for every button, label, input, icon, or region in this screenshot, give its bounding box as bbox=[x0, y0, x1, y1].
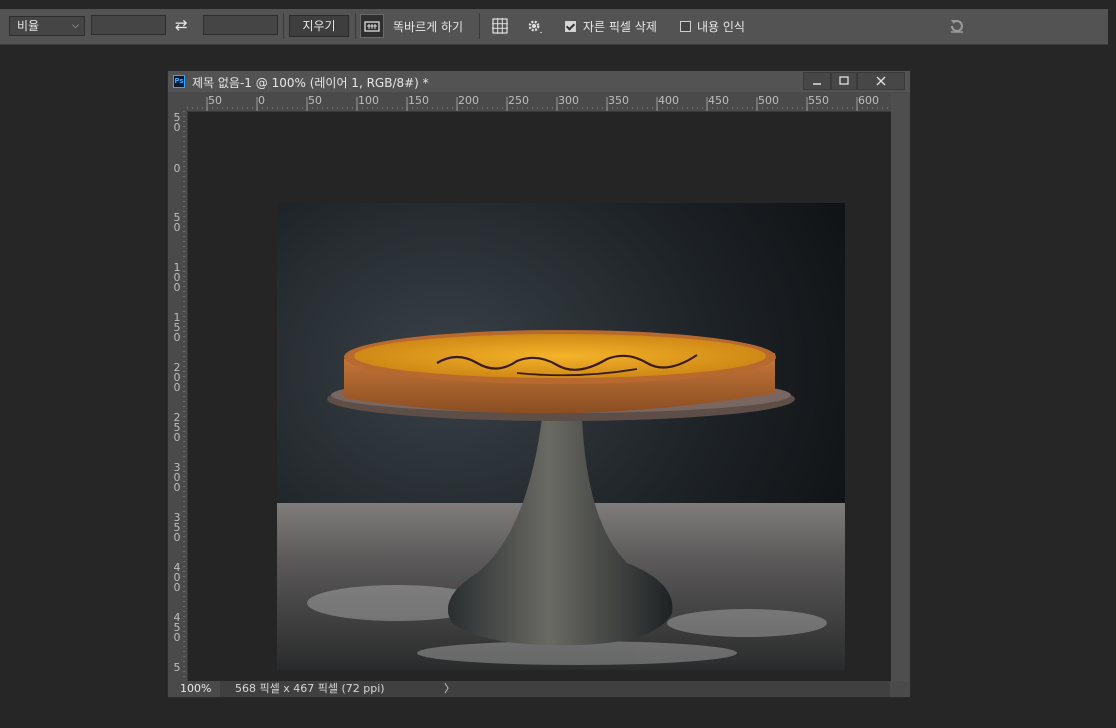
ruler-label: 300 bbox=[173, 461, 181, 494]
ruler-corner[interactable] bbox=[169, 93, 187, 111]
ruler-label: 5 bbox=[173, 661, 181, 674]
document-window: Ps 제목 없음-1 @ 100% (레이어 1, RGB/8#) * 50 0… bbox=[167, 70, 911, 698]
horizontal-ruler[interactable]: 50 0 50 100 150 200 250 300 350 400 450 … bbox=[187, 93, 891, 112]
document-info: 568 픽셀 x 467 픽셀 (72 ppi) 〉 bbox=[220, 681, 890, 697]
straighten-label[interactable]: 똑바르게 하기 bbox=[393, 18, 463, 35]
straighten-icon[interactable] bbox=[360, 14, 384, 38]
content-aware-label[interactable]: 내용 인식 bbox=[697, 18, 745, 35]
status-bar: 100% 568 픽셀 x 467 픽셀 (72 ppi) 〉 bbox=[168, 681, 910, 697]
ruler-label: 450 bbox=[173, 611, 181, 644]
delete-cropped-checkbox[interactable] bbox=[565, 21, 576, 32]
ruler-label: 100 bbox=[358, 94, 379, 107]
clear-button[interactable]: 지우기 bbox=[289, 15, 349, 37]
minimize-button[interactable] bbox=[803, 72, 831, 90]
zoom-level[interactable]: 100% bbox=[180, 682, 211, 695]
ruler-label: 0 bbox=[173, 162, 181, 175]
ruler-label: 300 bbox=[558, 94, 579, 107]
close-button[interactable] bbox=[857, 72, 905, 90]
ruler-label: 550 bbox=[808, 94, 829, 107]
chevron-down-icon: ⌵ bbox=[72, 21, 79, 31]
ruler-label: 150 bbox=[173, 311, 181, 344]
ruler-label: 50 bbox=[173, 211, 181, 234]
delete-cropped-label[interactable]: 자른 픽셀 삭제 bbox=[583, 18, 657, 35]
ruler-label: 200 bbox=[458, 94, 479, 107]
vertical-ruler[interactable]: 50 0 50 100 150 200 250 300 350 400 450 … bbox=[169, 111, 188, 681]
ruler-label: 350 bbox=[173, 511, 181, 544]
ruler-label: 500 bbox=[758, 94, 779, 107]
ruler-label: 200 bbox=[173, 361, 181, 394]
ruler-label: 250 bbox=[508, 94, 529, 107]
ruler-label: 100 bbox=[173, 261, 181, 294]
ruler-label: 50 bbox=[173, 111, 181, 134]
ruler-label: 250 bbox=[173, 411, 181, 444]
gear-icon[interactable] bbox=[526, 18, 544, 36]
ruler-label: 50 bbox=[308, 94, 322, 107]
ruler-label: 50 bbox=[208, 94, 222, 107]
divider bbox=[479, 13, 480, 39]
document-titlebar[interactable]: Ps 제목 없음-1 @ 100% (레이어 1, RGB/8#) * bbox=[168, 71, 910, 92]
ratio-select-value: 비율 bbox=[17, 19, 40, 33]
canvas-area[interactable] bbox=[188, 112, 891, 681]
height-input[interactable] bbox=[203, 15, 278, 35]
document-title: 제목 없음-1 @ 100% (레이어 1, RGB/8#) * bbox=[192, 76, 429, 90]
overlay-grid-icon[interactable] bbox=[492, 18, 508, 34]
ratio-select[interactable]: 비율 ⌵ bbox=[9, 16, 85, 36]
vertical-scrollbar[interactable] bbox=[891, 93, 909, 681]
width-input[interactable] bbox=[91, 15, 166, 35]
ruler-label: 400 bbox=[173, 561, 181, 594]
ruler-label: 450 bbox=[708, 94, 729, 107]
reset-icon[interactable] bbox=[948, 17, 966, 35]
tart-photo[interactable] bbox=[277, 203, 845, 670]
options-bar: 비율 ⌵ ⇄ 지우기 똑바르게 하기 자른 픽셀 삭제 내용 인식 bbox=[0, 9, 1108, 45]
ruler-label: 400 bbox=[658, 94, 679, 107]
swap-icon[interactable]: ⇄ bbox=[175, 16, 188, 34]
content-aware-checkbox[interactable] bbox=[680, 21, 691, 32]
ruler-label: 150 bbox=[408, 94, 429, 107]
divider bbox=[283, 13, 284, 39]
ruler-label: 350 bbox=[608, 94, 629, 107]
maximize-button[interactable] bbox=[831, 72, 857, 90]
document-info-text: 568 픽셀 x 467 픽셀 (72 ppi) bbox=[235, 682, 385, 695]
ruler-label: 0 bbox=[258, 94, 265, 107]
photoshop-icon: Ps bbox=[173, 75, 185, 88]
ruler-label: 600 bbox=[858, 94, 879, 107]
divider bbox=[355, 13, 356, 39]
status-menu-arrow[interactable]: 〉 bbox=[444, 681, 455, 697]
